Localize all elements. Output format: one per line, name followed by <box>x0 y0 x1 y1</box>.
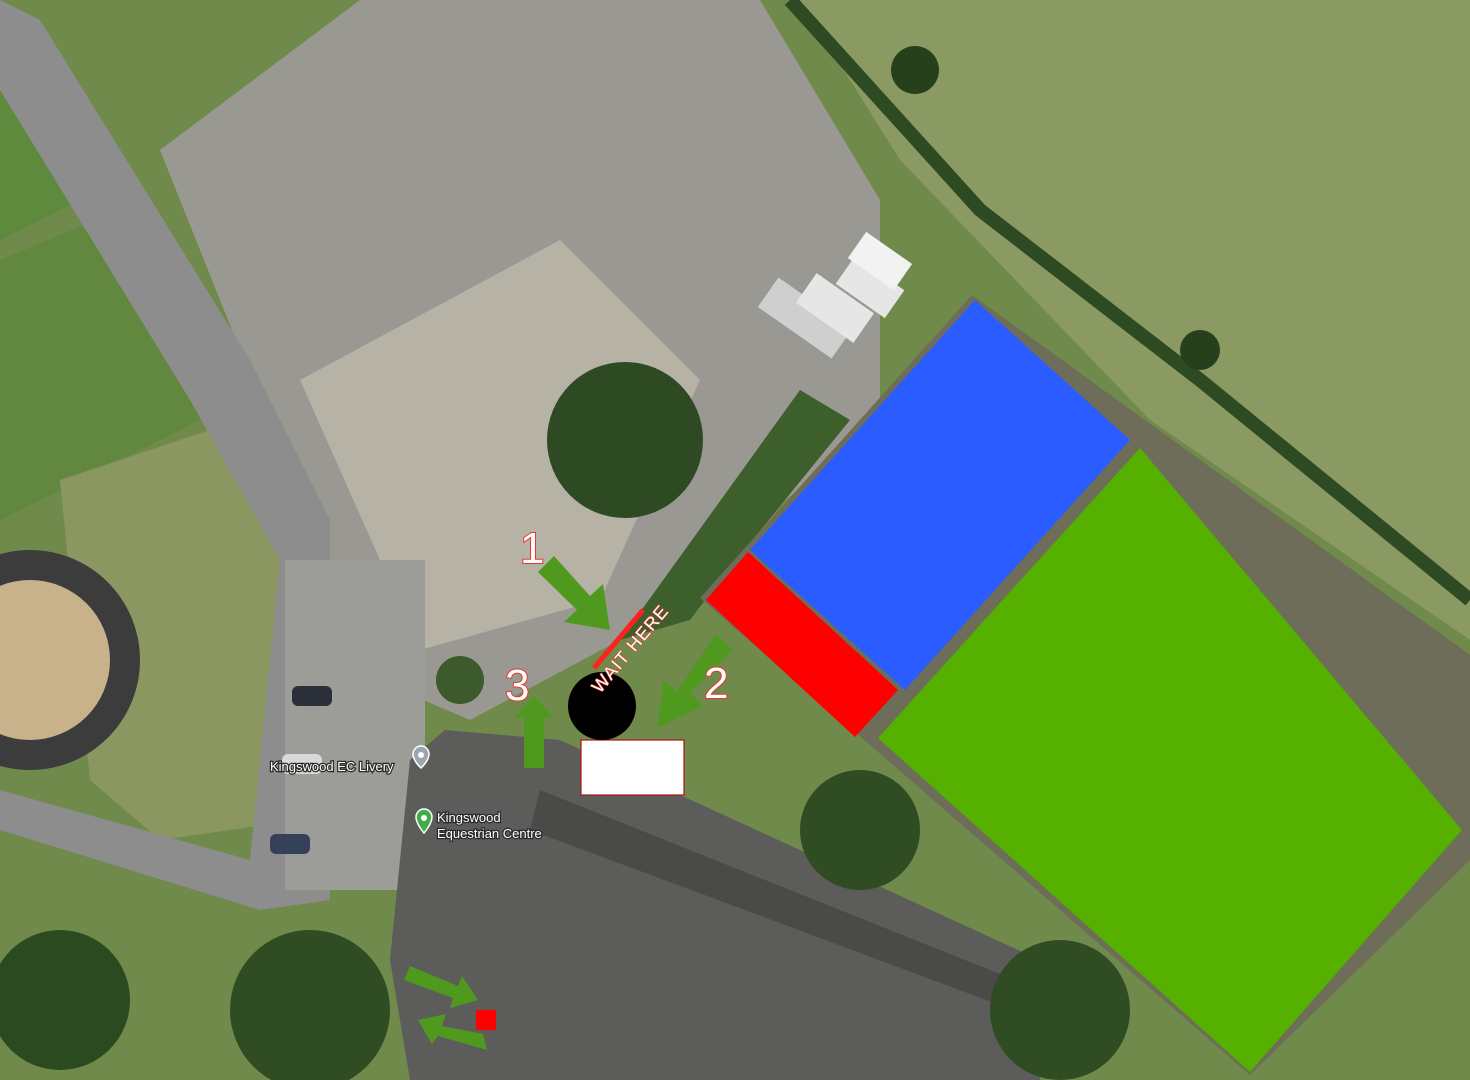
step-number-2: 2 <box>704 659 728 708</box>
red-marker <box>476 1010 496 1030</box>
step-number-3: 3 <box>505 661 529 710</box>
bush <box>436 656 484 704</box>
parked-car-1 <box>292 686 332 706</box>
white-box <box>580 739 685 796</box>
place-label-livery: Kingswood EC Livery <box>270 759 394 774</box>
place-label-centre-line2: Equestrian Centre <box>437 826 542 841</box>
map-pin-grey-dot <box>418 752 424 758</box>
tree-east <box>1180 330 1220 370</box>
place-label-centre-line1: Kingswood <box>437 810 501 825</box>
parked-car-3 <box>270 834 310 854</box>
tree <box>547 362 703 518</box>
step-number-1: 1 <box>520 524 544 573</box>
tree-south-3 <box>800 770 920 890</box>
tree-northeast <box>891 46 939 94</box>
aerial-map: 1 2 3 WAIT HERE Kingswood EC Livery King… <box>0 0 1470 1080</box>
tree-south-4 <box>990 940 1130 1080</box>
map-pin-green-dot <box>421 815 427 821</box>
